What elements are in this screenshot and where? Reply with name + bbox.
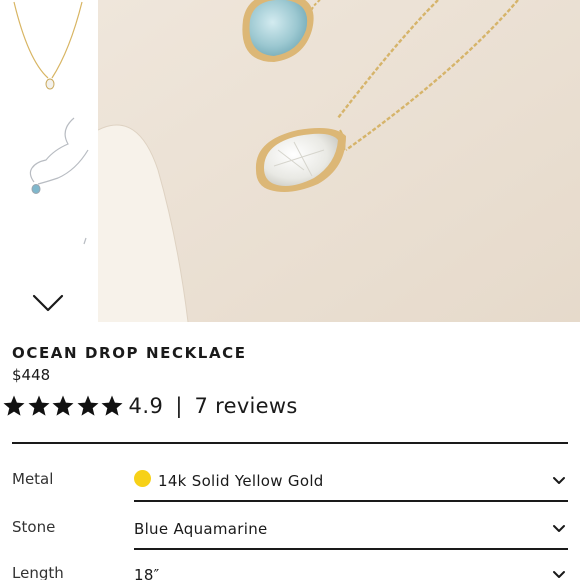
product-price: $448 xyxy=(12,366,51,384)
rating-summary[interactable]: 4.9 | 7 reviews xyxy=(2,392,298,420)
stone-select-value: Blue Aquamarine xyxy=(134,520,268,538)
stone-select[interactable]: Blue Aquamarine xyxy=(134,516,568,550)
star-rating xyxy=(2,394,125,418)
product-hero-image xyxy=(98,0,580,322)
length-select-value: 18″ xyxy=(134,566,160,580)
option-metal: Metal 14k Solid Yellow Gold xyxy=(0,468,580,508)
option-stone: Stone Blue Aquamarine xyxy=(0,516,580,556)
thumbnail-partial[interactable] xyxy=(6,232,92,254)
thumbnail-strip xyxy=(0,0,98,322)
star-icon xyxy=(77,395,98,416)
star-icon xyxy=(101,395,123,416)
metal-select[interactable]: 14k Solid Yellow Gold xyxy=(134,468,568,502)
chevron-down-icon xyxy=(553,477,565,484)
option-stone-label: Stone xyxy=(12,518,56,536)
metal-select-value: 14k Solid Yellow Gold xyxy=(158,472,324,490)
rating-value: 4.9 xyxy=(128,394,164,418)
section-divider xyxy=(12,442,568,444)
thumbnail-gold-clear-necklace[interactable] xyxy=(6,0,92,100)
thumbnail-silver-aquamarine-necklace[interactable] xyxy=(6,110,92,230)
option-metal-label: Metal xyxy=(12,470,54,488)
option-length-label: Length xyxy=(12,564,64,580)
metal-color-swatch xyxy=(134,470,151,487)
product-title: OCEAN DROP NECKLACE xyxy=(12,344,247,362)
chevron-down-icon xyxy=(553,571,565,578)
star-icon xyxy=(52,395,74,416)
metal-select-underline xyxy=(134,500,568,502)
rating-separator: | xyxy=(175,394,183,418)
star-icon xyxy=(28,395,49,416)
reviews-link[interactable]: 7 reviews xyxy=(194,394,297,418)
chevron-down-icon[interactable] xyxy=(28,292,68,318)
product-gallery xyxy=(0,0,580,322)
star-icon xyxy=(3,395,25,416)
option-length: Length 18″ xyxy=(0,562,580,580)
chevron-down-icon xyxy=(553,525,565,532)
stone-select-underline xyxy=(134,548,568,550)
length-select[interactable]: 18″ xyxy=(134,562,568,580)
